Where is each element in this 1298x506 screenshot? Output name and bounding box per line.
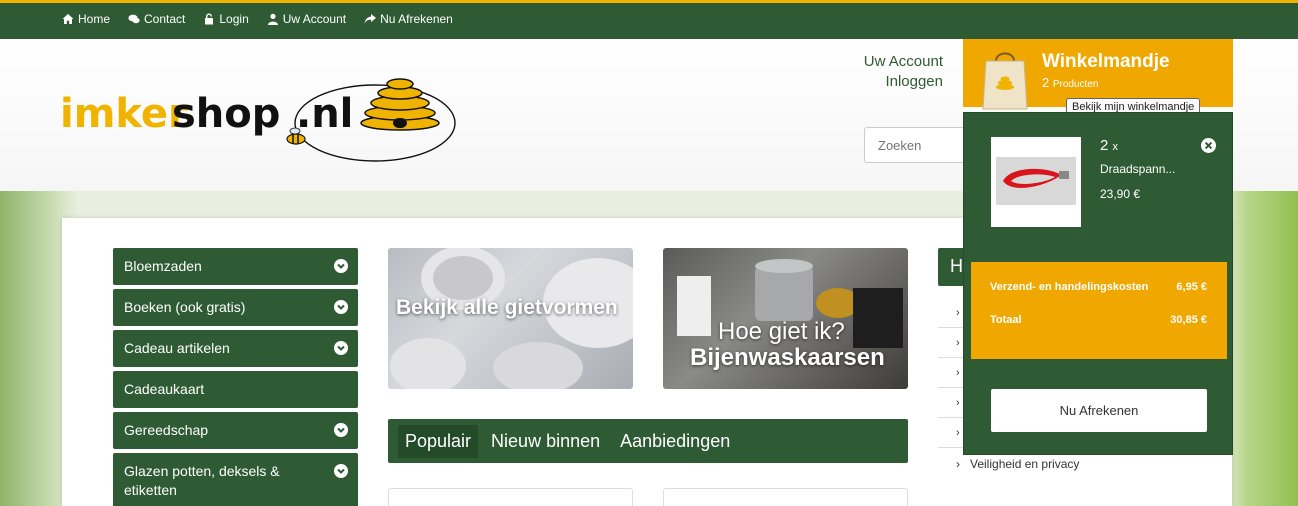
- nav-account-link[interactable]: Uw Account: [267, 12, 346, 26]
- cart-count: 2 Producten: [1042, 75, 1098, 90]
- privacy-link-label: Veiligheid en privacy: [970, 457, 1080, 471]
- top-navigation-bar: Home Contact Login Uw Account Nu Afreken…: [0, 0, 1298, 39]
- nav-login-link[interactable]: Login: [203, 12, 249, 26]
- checkout-button[interactable]: Nu Afrekenen: [991, 389, 1207, 432]
- search-input[interactable]: [864, 127, 974, 163]
- privacy-link[interactable]: › Veiligheid en privacy: [956, 457, 1079, 471]
- banner-gietvormen-text: Bekijk alle gietvormen: [396, 296, 618, 319]
- nav-home-label: Home: [78, 12, 111, 26]
- top-nav: Home Contact Login Uw Account Nu Afreken…: [62, 12, 453, 26]
- logo-text-shop: shop: [172, 91, 280, 137]
- category-item-cadeau-artikelen[interactable]: Cadeau artikelen: [113, 330, 358, 367]
- total-label: Totaal: [990, 314, 1022, 326]
- banner-bijenwaskaarsen-line1: Hoe giet ik?: [718, 318, 845, 345]
- imkershop-logo[interactable]: imker shop .nl: [60, 65, 460, 165]
- category-label: Cadeaukaart: [124, 381, 205, 397]
- lock-icon: [205, 13, 214, 25]
- product-tabs: Populair Nieuw binnen Aanbiedingen: [388, 419, 908, 463]
- chevron-down-icon[interactable]: [334, 341, 348, 355]
- product-thumbnail[interactable]: [991, 137, 1081, 227]
- total-row: Totaal 30,85 €: [990, 314, 1207, 326]
- account-link[interactable]: Uw Account: [864, 52, 943, 72]
- nav-checkout-label: Nu Afrekenen: [380, 12, 453, 26]
- chevron-right-icon: ›: [956, 337, 960, 349]
- logo-text-imker: imker: [60, 91, 188, 137]
- share-arrow-icon: [364, 14, 377, 24]
- nav-contact-label: Contact: [144, 12, 186, 26]
- user-icon: [267, 13, 278, 25]
- shipping-label: Verzend- en handelingskosten: [990, 281, 1149, 293]
- chevron-down-icon[interactable]: [334, 259, 348, 273]
- nav-login-label: Login: [219, 12, 249, 26]
- wire-tensioner-image: [996, 157, 1076, 205]
- total-value: 30,85 €: [1170, 314, 1207, 326]
- chevron-right-icon: ›: [956, 397, 960, 409]
- banner-bijenwaskaarsen-line2: Bijenwaskaarsen: [690, 344, 885, 371]
- chevron-right-icon: ›: [956, 457, 970, 471]
- cart-item-qty-unit: x: [1112, 141, 1119, 153]
- cart-totals: Verzend- en handelingskosten 6,95 € Tota…: [971, 262, 1227, 359]
- shipping-row: Verzend- en handelingskosten 6,95 €: [990, 281, 1207, 293]
- cart-count-unit: Producten: [1052, 79, 1099, 90]
- category-label: Gereedschap: [124, 422, 209, 438]
- comments-icon: [128, 14, 140, 24]
- category-menu: Bloemzaden Boeken (ook gratis) Cadeau ar…: [113, 248, 358, 506]
- chevron-right-icon: ›: [956, 427, 960, 439]
- category-label: Boeken (ook gratis): [124, 299, 246, 315]
- cart-count-number: 2: [1042, 75, 1050, 90]
- login-link[interactable]: Inloggen: [864, 72, 943, 92]
- tab-populair[interactable]: Populair: [398, 424, 479, 458]
- category-item-bloemzaden[interactable]: Bloemzaden: [113, 248, 358, 285]
- shopping-bag-icon: [982, 52, 1028, 110]
- category-label: Bloemzaden: [124, 258, 202, 274]
- cart-header[interactable]: Winkelmandje 2 Producten: [963, 39, 1233, 110]
- product-card[interactable]: [388, 488, 633, 506]
- banner-bijenwaskaarsen[interactable]: Hoe giet ik? Bijenwaskaarsen: [663, 248, 908, 389]
- category-label: Glazen potten, deksels & etiketten: [124, 463, 280, 498]
- cart-dropdown: 2 x Draadspann... 23,90 € Verzend- en ha…: [963, 112, 1233, 455]
- cart-title: Winkelmandje: [1042, 51, 1170, 72]
- chevron-down-icon[interactable]: [334, 464, 348, 478]
- home-icon: [62, 14, 74, 24]
- category-item-boeken[interactable]: Boeken (ook gratis): [113, 289, 358, 326]
- shipping-value: 6,95 €: [1176, 281, 1207, 293]
- product-card[interactable]: [663, 488, 908, 506]
- cart-item-name[interactable]: Draadspann...: [1100, 162, 1175, 176]
- nav-account-label: Uw Account: [282, 12, 347, 26]
- account-links: Uw Account Inloggen: [864, 52, 943, 92]
- category-label: Cadeau artikelen: [124, 340, 230, 356]
- remove-item-icon[interactable]: [1201, 138, 1216, 153]
- category-item-gereedschap[interactable]: Gereedschap: [113, 412, 358, 449]
- chevron-down-icon[interactable]: [334, 300, 348, 314]
- tab-nieuw-binnen[interactable]: Nieuw binnen: [484, 425, 607, 458]
- logo-text-nl: .nl: [296, 91, 353, 137]
- category-item-glazen-potten[interactable]: Glazen potten, deksels & etiketten: [113, 453, 358, 506]
- beehive-icon: [360, 78, 440, 131]
- cart-item-quantity: 2 x: [1100, 137, 1118, 154]
- banner-gietvormen[interactable]: Bekijk alle gietvormen: [388, 248, 633, 389]
- chevron-right-icon: ›: [956, 307, 960, 319]
- chevron-down-icon[interactable]: [334, 423, 348, 437]
- chevron-right-icon: ›: [956, 367, 960, 379]
- nav-contact-link[interactable]: Contact: [128, 12, 185, 26]
- category-item-cadeaukaart[interactable]: Cadeaukaart: [113, 371, 358, 408]
- cart-item-qty-number: 2: [1100, 137, 1109, 154]
- nav-checkout-link[interactable]: Nu Afrekenen: [364, 12, 453, 26]
- cart-item-price: 23,90 €: [1100, 187, 1141, 201]
- tab-aanbiedingen[interactable]: Aanbiedingen: [613, 425, 737, 458]
- nav-home-link[interactable]: Home: [62, 12, 110, 26]
